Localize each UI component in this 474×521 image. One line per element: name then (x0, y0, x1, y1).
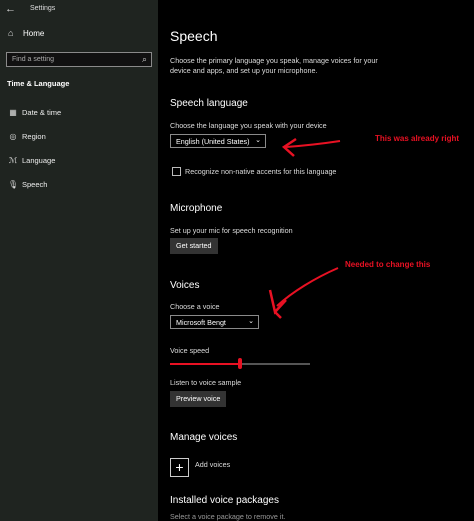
add-voices-button[interactable]: + (170, 458, 189, 477)
home-label: Home (23, 29, 45, 38)
sidebar-item-language[interactable]: ℳ Language (8, 156, 56, 165)
language-icon: ℳ (8, 156, 18, 165)
non-native-accents-checkbox[interactable] (172, 167, 181, 176)
speech-language-label: Choose the language you speak with your … (170, 121, 327, 130)
plus-icon: + (175, 459, 184, 475)
sidebar-item-label: Speech (22, 180, 48, 189)
voice-dropdown[interactable]: Microsoft Bengt ⌄ (170, 315, 259, 329)
search-input[interactable]: Find a setting ⌕ (6, 52, 152, 67)
speech-language-heading: Speech language (170, 98, 248, 109)
voice-speed-thumb[interactable] (238, 358, 242, 369)
add-voices-label: Add voices (195, 460, 231, 469)
preview-voice-button[interactable]: Preview voice (170, 391, 227, 407)
voice-value: Microsoft Bengt (176, 318, 226, 327)
annotation-already-right: This was already right (375, 134, 460, 143)
calendar-clock-icon: ▦ (9, 108, 17, 117)
search-placeholder: Find a setting (12, 56, 55, 63)
chevron-down-icon: ⌄ (255, 137, 261, 144)
sidebar-item-home[interactable]: ⌂ Home (8, 28, 45, 39)
choose-voice-label: Choose a voice (170, 302, 220, 311)
sidebar-item-date-time[interactable]: ▦ Date & time (8, 108, 61, 117)
sidebar: ← Settings ⌂ Home Find a setting ⌕ Time … (0, 0, 158, 521)
non-native-accents-label: Recognize non-native accents for this la… (185, 167, 337, 176)
title-bar: ← Settings (0, 0, 158, 20)
sidebar-item-label: Language (22, 156, 56, 165)
chevron-down-icon: ⌄ (248, 318, 254, 325)
manage-voices-heading: Manage voices (170, 432, 238, 443)
sidebar-item-speech[interactable]: 🎙 Speech (8, 180, 47, 189)
sidebar-item-label: Region (22, 132, 46, 141)
installed-voices-hint: Select a voice package to remove it. (170, 512, 286, 521)
back-arrow-icon[interactable]: ← (5, 3, 16, 15)
speech-language-dropdown[interactable]: English (United States) ⌄ (170, 134, 266, 148)
voice-speed-label: Voice speed (170, 346, 210, 355)
microphone-icon: 🎙 (8, 180, 19, 189)
voices-heading: Voices (170, 280, 200, 291)
window-title: Settings (30, 5, 56, 12)
get-started-button[interactable]: Get started (170, 238, 218, 254)
microphone-label: Set up your mic for speech recognition (170, 226, 293, 235)
microphone-heading: Microphone (170, 203, 223, 214)
globe-icon: ◎ (9, 132, 17, 141)
voice-sample-label: Listen to voice sample (170, 378, 242, 387)
installed-voices-heading: Installed voice packages (170, 495, 279, 506)
home-icon: ⌂ (8, 28, 14, 38)
page-description: Choose the primary language you speak, m… (170, 56, 378, 75)
sidebar-item-label: Date & time (22, 108, 62, 117)
sidebar-item-region[interactable]: ◎ Region (8, 132, 46, 141)
section-title: Time & Language (7, 79, 70, 88)
voice-speed-fill (170, 363, 240, 365)
page-title: Speech (170, 28, 218, 44)
search-icon[interactable]: ⌕ (142, 54, 147, 65)
speech-language-value: English (United States) (176, 137, 250, 146)
annotation-needed-change: Needed to change this (345, 260, 431, 269)
